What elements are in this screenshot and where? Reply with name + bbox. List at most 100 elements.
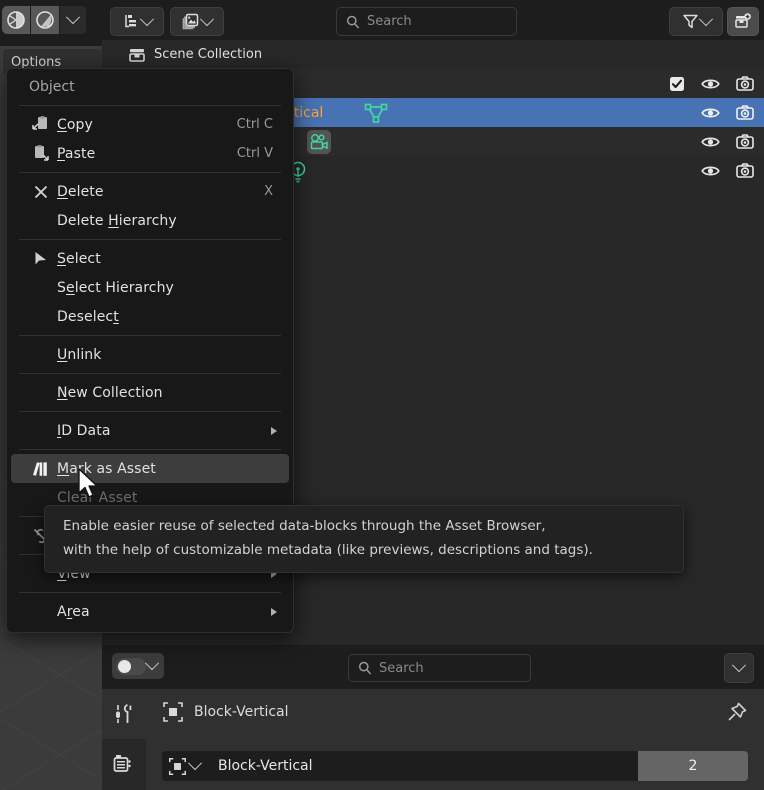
submenu-arrow-icon [271,607,277,616]
render-camera-icon [113,755,131,772]
toggle-switch-icon [116,657,146,675]
viewport-header: Options [0,0,104,76]
menu-item-mark-as-asset[interactable]: Mark as Asset [11,454,289,483]
submenu-arrow-icon [271,426,277,435]
camera-icon[interactable] [736,75,754,92]
shading-mode-group[interactable] [2,6,87,34]
id-browse-button[interactable] [162,751,206,781]
mouse-cursor [78,468,98,498]
id-name-value: Block-Vertical [218,758,313,774]
menu-separator [19,449,281,450]
properties-tab-strip[interactable] [102,689,146,790]
properties-tab-render[interactable] [102,739,146,789]
new-collection-button[interactable] [727,7,759,36]
menu-separator [19,592,281,593]
menu-separator [19,239,281,240]
properties-search-input[interactable]: Search [348,654,531,682]
menu-item-label: ID Data [57,422,111,439]
outliner-header: Search [102,0,764,40]
tooltip-line-2: with the help of customizable metadata (… [63,541,593,558]
eye-icon[interactable] [701,77,720,91]
menu-item-copy[interactable]: Copy Ctrl C [11,110,289,139]
properties-header-dropdown[interactable] [724,653,754,683]
id-users-value: 2 [688,758,698,774]
camera-icon[interactable] [736,104,754,121]
menu-item-paste[interactable]: Paste Ctrl V [11,139,289,168]
menu-item-label: Copy [57,116,93,133]
checkbox-checked-icon[interactable] [669,76,685,92]
sphere-solid-icon [7,11,25,29]
outliner-search-input[interactable]: Search [336,7,517,36]
menu-item-select-hierarchy[interactable]: Select Hierarchy [11,273,289,302]
object-data-icon [163,702,183,722]
search-icon [358,661,372,675]
camera-object-icon [310,134,328,150]
menu-separator [19,373,281,374]
outliner-search-placeholder: Search [367,14,412,29]
menu-item-unlink[interactable]: Unlink [11,340,289,369]
menu-item-icon-placeholder [25,382,57,404]
menu-item-icon-placeholder [25,210,57,232]
menu-item-label: Select Hierarchy [57,279,174,296]
outliner-row-restrictions[interactable] [701,98,754,127]
chevron-down-icon [698,11,713,26]
outliner-display-mode-icon [124,15,136,28]
material-preview-button[interactable] [31,6,60,34]
camera-icon[interactable] [736,133,754,150]
menu-separator [19,335,281,336]
menu-item-delete-hierarchy[interactable]: Delete Hierarchy [11,206,289,235]
outliner-row-restrictions[interactable] [669,69,754,98]
menu-item-icon-placeholder [25,306,57,328]
wrench-screwdriver-icon [116,704,132,723]
eye-icon[interactable] [701,135,720,149]
properties-tab-tool[interactable] [102,689,146,739]
outliner-filter-button[interactable] [669,7,723,36]
properties-header: Search [102,645,764,689]
x-delete-icon [25,181,57,203]
scene-collection-icon [129,49,145,62]
asset-books-icon [25,458,57,480]
menu-item-select[interactable]: Select [11,244,289,273]
menu-item-label: Mark as Asset [57,460,156,477]
menu-item-area[interactable]: Area [11,597,289,626]
menu-item-deselect[interactable]: Deselect [11,302,289,331]
menu-item-label: Deselect [57,308,119,325]
camera-icon[interactable] [736,162,754,179]
menu-item-label: Delete Hierarchy [57,212,177,229]
outliner-row-scene-collection[interactable]: Scene Collection [102,40,764,69]
menu-item-icon-placeholder [25,344,57,366]
menu-item-shortcut: Ctrl C [236,117,273,132]
chevron-down-icon [199,11,215,26]
outliner-display-mode-button[interactable] [110,7,164,36]
menu-item-id-data[interactable]: ID Data [11,416,289,445]
outliner-row-label: Scene Collection [154,47,263,62]
menu-item-label: Area [57,603,90,620]
sphere-material-icon [36,11,54,29]
breadcrumb[interactable]: Block-Vertical [162,701,289,723]
image-stack-icon [182,13,199,30]
pin-button[interactable] [726,701,748,727]
properties-display-toggle[interactable] [112,653,164,679]
chevron-down-icon [731,658,747,673]
menu-item-label: Paste [57,145,96,162]
cursor-arrow-icon [25,248,57,270]
menu-item-delete[interactable]: Delete X [11,177,289,206]
properties-editor[interactable]: Block-Vertical Block-Vertical 2 Search [102,645,764,790]
menu-item-new-collection[interactable]: New Collection [11,378,289,407]
pin-icon [728,702,747,721]
menu-separator [19,172,281,173]
eye-icon[interactable] [701,164,720,178]
id-datablock-row[interactable]: Block-Vertical 2 [162,751,748,781]
search-icon [346,15,360,29]
outliner-row-restrictions[interactable] [701,127,754,156]
chevron-down-icon [187,756,203,771]
id-users-count[interactable]: 2 [638,751,748,781]
shading-dropdown-button[interactable] [60,6,87,34]
tooltip-line-1: Enable easier reuse of selected data-blo… [63,518,546,534]
outliner-row-restrictions[interactable] [701,156,754,185]
eye-icon[interactable] [701,106,720,120]
outliner-filter-view-button[interactable] [170,7,224,36]
menu-separator [19,105,281,106]
id-name-field[interactable]: Block-Vertical [206,751,638,781]
solid-shading-button[interactable] [2,6,31,34]
